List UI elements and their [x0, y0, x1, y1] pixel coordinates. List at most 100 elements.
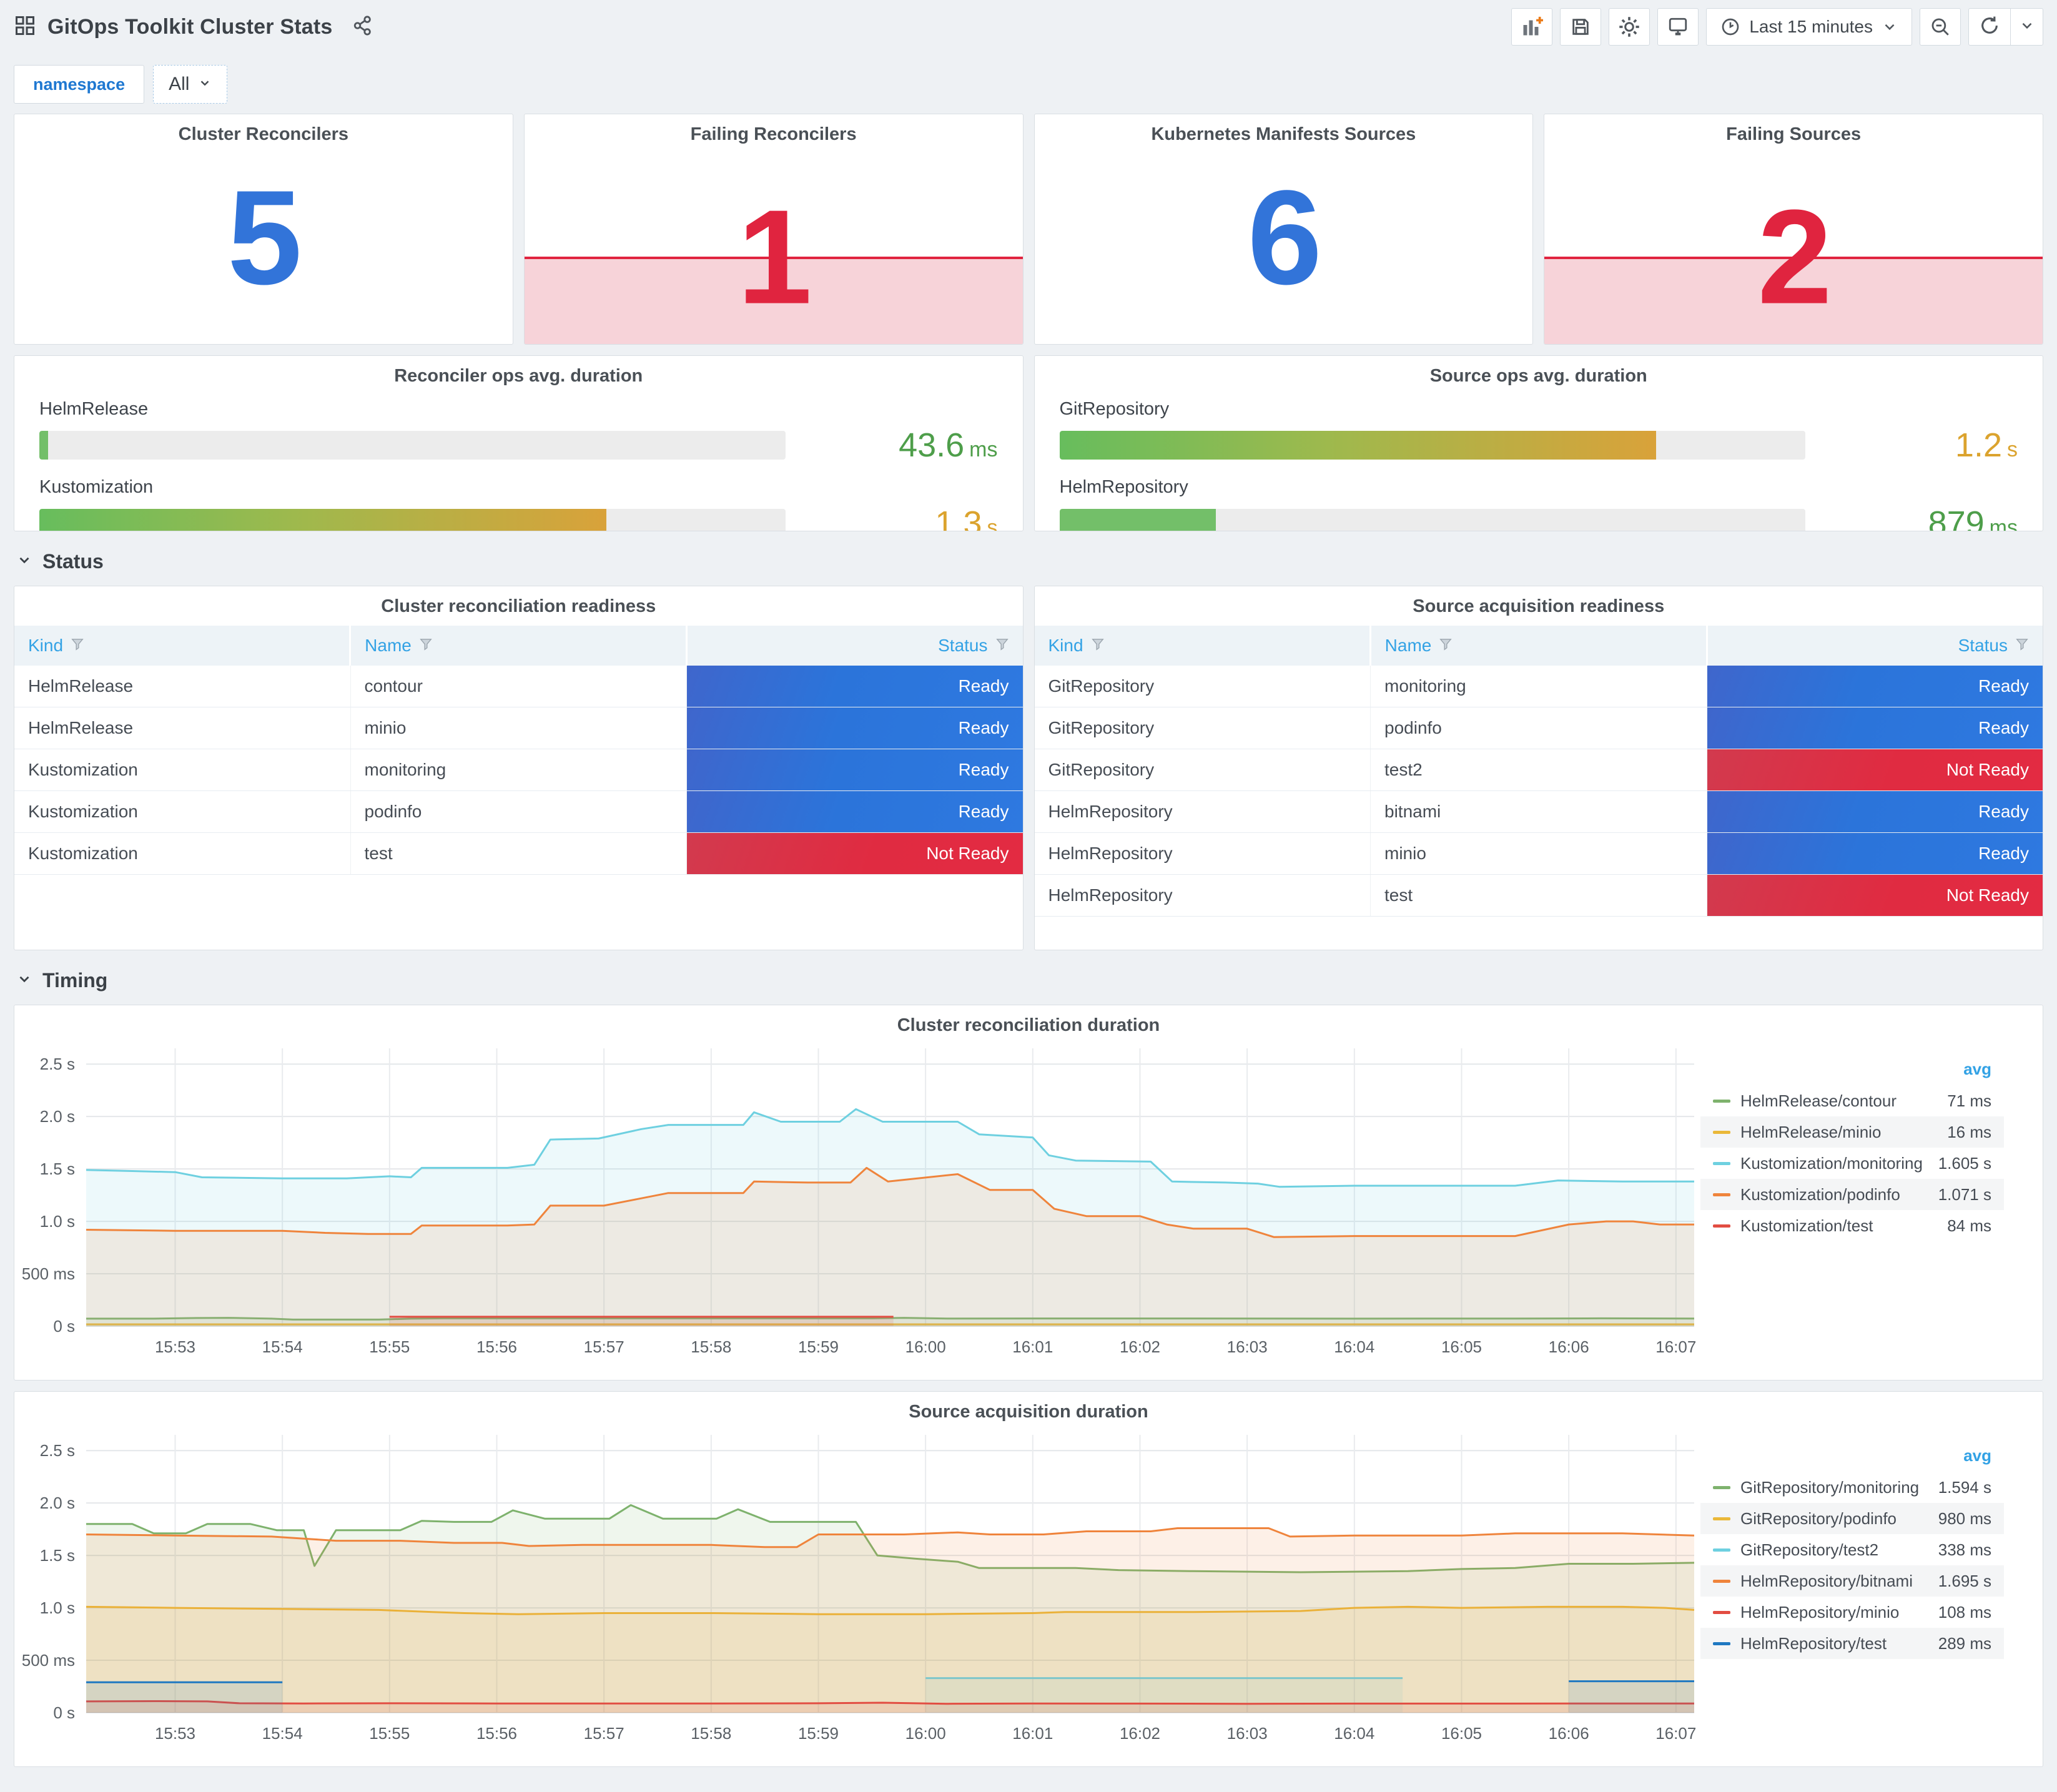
legend-item[interactable]: HelmRelease/minio 16 ms [1700, 1116, 2004, 1148]
table-row: Kustomization podinfo Ready [14, 791, 1023, 833]
column-header-kind[interactable]: Kind [1035, 626, 1371, 666]
table-panel-cluster-readiness: Cluster reconciliation readiness Kind Nam… [14, 586, 1024, 950]
svg-text:15:56: 15:56 [476, 1337, 517, 1356]
filter-icon[interactable] [1439, 636, 1453, 656]
panel-title[interactable]: Cluster reconciliation readiness [14, 586, 1023, 617]
chart-svg: 0 s 500 ms 1.0 s 1.5 s 2.0 s 2.5 s 15:53 15:54 1… [22, 1435, 1696, 1743]
svg-text:2.0 s: 2.0 s [40, 1494, 75, 1512]
svg-text:15:57: 15:57 [584, 1337, 624, 1356]
svg-text:16:00: 16:00 [905, 1724, 946, 1743]
svg-text:15:59: 15:59 [798, 1337, 839, 1356]
panel-title[interactable]: Kubernetes Manifests Sources [1035, 114, 1533, 145]
svg-text:15:56: 15:56 [476, 1724, 517, 1743]
time-range-picker[interactable]: Last 15 minutes [1706, 8, 1912, 46]
svg-text:16:07: 16:07 [1655, 1724, 1696, 1743]
table-cell: podinfo [1371, 707, 1707, 749]
svg-text:15:55: 15:55 [369, 1724, 410, 1743]
series-name: HelmRelease/minio [1740, 1122, 1882, 1141]
stat-value: 1 [737, 181, 812, 332]
panel-title[interactable]: Source ops avg. duration [1060, 356, 2018, 386]
legend-item[interactable]: HelmRepository/test 289 ms [1700, 1628, 2004, 1659]
save-dashboard-button[interactable] [1560, 8, 1602, 46]
table-cell: monitoring [1371, 666, 1707, 707]
variable-namespace-value-dropdown[interactable]: All [153, 65, 228, 104]
series-name: GitRepository/monitoring [1740, 1477, 1920, 1497]
gauge-fill [39, 431, 49, 460]
dashboard-settings-button[interactable] [1609, 8, 1650, 46]
panel-title[interactable]: Source acquisition readiness [1035, 586, 2043, 617]
legend-item[interactable]: GitRepository/test2 338 ms [1700, 1534, 2004, 1565]
legend-item[interactable]: GitRepository/podinfo 980 ms [1700, 1503, 2004, 1534]
time-series-plot[interactable]: 0 s 500 ms 1.0 s 1.5 s 2.0 s 2.5 s 15:53 15:54 1… [14, 1422, 1700, 1766]
panel-title[interactable]: Source acquisition duration [14, 1392, 2043, 1422]
stat-panel-failing-reconcilers: Failing Reconcilers 1 [523, 114, 1024, 345]
legend-item[interactable]: HelmRepository/bitnami 1.695 s [1700, 1565, 2004, 1597]
dashboard-page: GitOps Toolkit Cluster Stats Last 15 min… [0, 0, 2057, 1792]
stat-panel-manifests-sources: Kubernetes Manifests Sources 6 [1033, 114, 1534, 345]
status-badge: Ready [687, 707, 1023, 749]
column-header-status[interactable]: Status [688, 626, 1022, 666]
time-series-plot[interactable]: 0 s 500 ms 1.0 s 1.5 s 2.0 s 2.5 s 15:53 15:54 1… [14, 1036, 1700, 1380]
panel-title[interactable]: Cluster reconciliation duration [14, 1005, 2043, 1036]
filter-icon[interactable] [2015, 636, 2029, 656]
status-badge: Not Ready [687, 833, 1023, 874]
panel-title[interactable]: Cluster Reconcilers [14, 114, 513, 145]
table-cell: HelmRepository [1035, 875, 1371, 916]
cycle-view-button[interactable] [1657, 8, 1699, 46]
page-title: GitOps Toolkit Cluster Stats [47, 14, 333, 39]
table-cell: GitRepository [1035, 666, 1371, 707]
panel-title[interactable]: Failing Sources [1544, 114, 2043, 145]
section-status-toggle[interactable]: Status [16, 550, 2041, 573]
svg-text:16:01: 16:01 [1012, 1724, 1053, 1743]
svg-text:16:06: 16:06 [1549, 1724, 1589, 1743]
series-avg-value: 1.605 s [1938, 1153, 1991, 1173]
filter-icon[interactable] [71, 636, 84, 656]
column-header-label: Status [938, 636, 988, 655]
table-cell: contour [351, 666, 687, 707]
filter-icon[interactable] [419, 636, 433, 656]
svg-text:15:53: 15:53 [155, 1724, 195, 1743]
refresh-dashboard-button[interactable] [1969, 9, 2010, 45]
gauge-track [39, 431, 786, 460]
dashboard-grid-icon[interactable] [14, 14, 36, 40]
filter-icon[interactable] [1091, 636, 1105, 656]
column-header-kind[interactable]: Kind [14, 626, 352, 666]
variable-namespace-label[interactable]: namespace [14, 65, 145, 104]
section-timing-toggle[interactable]: Timing [16, 969, 2041, 992]
series-avg-value: 84 ms [1947, 1216, 1991, 1235]
legend-avg-header[interactable]: avg [1700, 1057, 2004, 1085]
series-avg-value: 1.594 s [1938, 1477, 1991, 1497]
series-color-swatch [1713, 1642, 1730, 1645]
legend-item[interactable]: Kustomization/monitoring 1.605 s [1700, 1148, 2004, 1179]
readiness-table: Kind Name Status HelmRelease contour Ready Hel… [14, 626, 1023, 950]
panel-title[interactable]: Failing Reconcilers [525, 114, 1023, 145]
legend-avg-header[interactable]: avg [1700, 1444, 2004, 1472]
legend-item[interactable]: HelmRelease/contour 71 ms [1700, 1085, 2004, 1116]
cycle-view-icon [1667, 16, 1689, 37]
add-panel-button[interactable] [1511, 8, 1553, 46]
share-icon[interactable] [352, 15, 373, 39]
refresh-icon [1979, 15, 2000, 39]
legend-item[interactable]: HelmRepository/minio 108 ms [1700, 1597, 2004, 1628]
zoom-out-time-button[interactable] [1920, 8, 1961, 46]
column-header-label: Kind [28, 636, 64, 655]
svg-text:2.0 s: 2.0 s [40, 1107, 75, 1126]
column-header-status[interactable]: Status [1708, 626, 2043, 666]
table-panel-source-readiness: Source acquisition readiness Kind Name Sta… [1033, 586, 2043, 950]
series-color-swatch [1713, 1161, 1730, 1165]
filter-icon[interactable] [995, 636, 1009, 656]
column-header-name[interactable]: Name [351, 626, 688, 666]
legend-item[interactable]: GitRepository/monitoring 1.594 s [1700, 1472, 2004, 1503]
svg-text:15:59: 15:59 [798, 1724, 839, 1743]
legend-item[interactable]: Kustomization/test 84 ms [1700, 1210, 2004, 1241]
refresh-interval-dropdown[interactable] [2010, 9, 2043, 45]
gauge-fill [1059, 509, 1216, 531]
series-color-swatch [1713, 1485, 1730, 1489]
svg-text:16:05: 16:05 [1441, 1337, 1482, 1356]
legend-item[interactable]: Kustomization/podinfo 1.071 s [1700, 1179, 2004, 1210]
stat-value: 5 [227, 162, 302, 313]
gauge-value: 1.2 s [1955, 426, 2018, 464]
panel-title[interactable]: Reconciler ops avg. duration [39, 356, 998, 386]
table-row: Kustomization monitoring Ready [14, 749, 1023, 791]
column-header-name[interactable]: Name [1371, 626, 1708, 666]
